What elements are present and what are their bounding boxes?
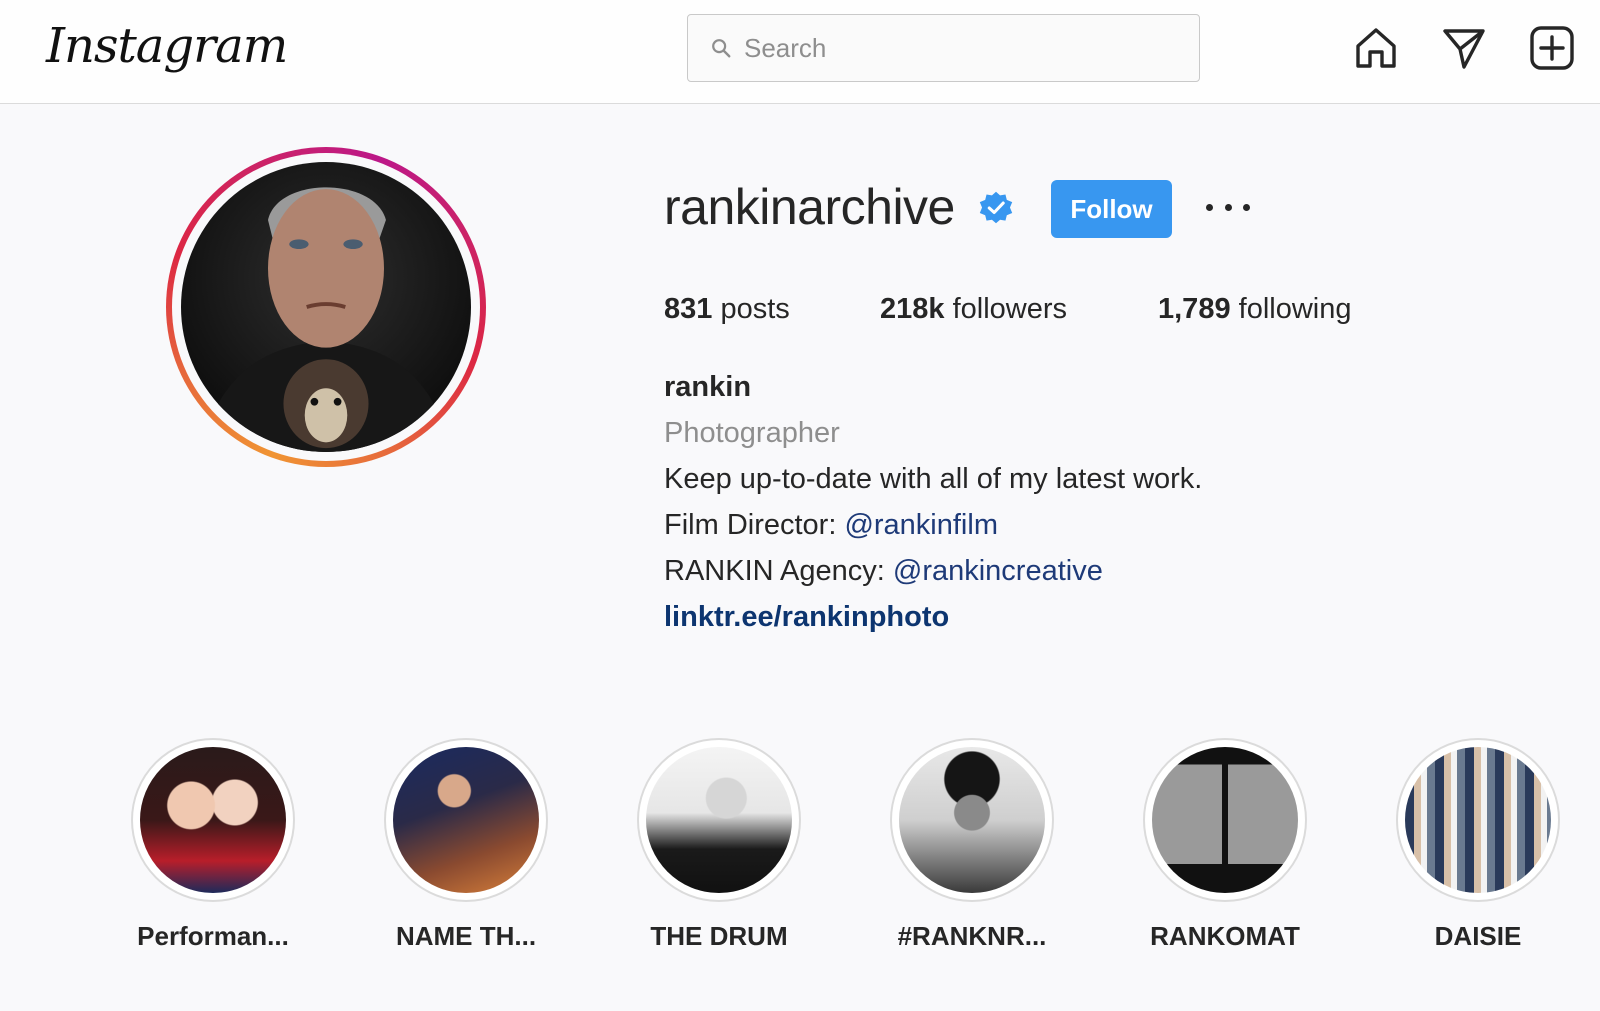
highlight-label: #RANKNR... bbox=[897, 921, 1047, 951]
story-highlight[interactable]: #RANKNR... bbox=[890, 738, 1054, 951]
profile-website-link[interactable]: linktr.ee/rankinphoto bbox=[664, 601, 949, 634]
posts-stat: 831 posts bbox=[664, 293, 790, 326]
home-icon[interactable] bbox=[1352, 24, 1400, 72]
search-box[interactable] bbox=[687, 14, 1200, 82]
film-director-line: Film Director: @rankinfilm bbox=[664, 509, 998, 542]
instagram-logo[interactable]: Instagram bbox=[46, 18, 288, 74]
highlight-cover bbox=[646, 747, 792, 893]
story-highlight[interactable]: RANKOMAT bbox=[1143, 738, 1307, 951]
profile-username: rankinarchive bbox=[664, 179, 955, 235]
highlight-cover bbox=[899, 747, 1045, 893]
highlight-label: RANKOMAT bbox=[1150, 921, 1300, 951]
story-highlight[interactable]: NAME TH... bbox=[384, 738, 548, 951]
highlight-cover bbox=[1405, 747, 1551, 893]
posts-count: 831 bbox=[664, 293, 713, 325]
story-highlight[interactable]: DAISIE bbox=[1396, 738, 1560, 951]
profile-bio: Keep up-to-date with all of my latest wo… bbox=[664, 463, 1203, 495]
story-highlight[interactable]: THE DRUM bbox=[637, 738, 801, 951]
highlight-label: THE DRUM bbox=[650, 921, 788, 951]
highlight-label: DAISIE bbox=[1434, 921, 1522, 951]
following-stat[interactable]: 1,789 following bbox=[1158, 293, 1351, 326]
story-highlight[interactable]: Performan... bbox=[131, 738, 295, 951]
new-post-icon[interactable] bbox=[1528, 24, 1576, 72]
agency-line: RANKIN Agency: @rankincreative bbox=[664, 555, 1103, 588]
highlight-cover bbox=[1152, 747, 1298, 893]
film-director-label: Film Director: bbox=[664, 509, 845, 541]
followers-stat[interactable]: 218k followers bbox=[880, 293, 1067, 326]
direct-message-icon[interactable] bbox=[1440, 24, 1488, 72]
highlight-label: Performan... bbox=[137, 921, 289, 951]
posts-label: posts bbox=[720, 293, 790, 325]
profile-display-name: rankin bbox=[664, 371, 752, 403]
following-label: following bbox=[1238, 293, 1352, 325]
profile-avatar[interactable] bbox=[166, 147, 486, 467]
following-count: 1,789 bbox=[1158, 293, 1231, 325]
highlight-cover bbox=[393, 747, 539, 893]
top-navigation-bar: Instagram bbox=[0, 0, 1600, 104]
followers-count: 218k bbox=[880, 293, 945, 325]
film-director-mention[interactable]: @rankinfilm bbox=[844, 509, 998, 541]
highlight-label: NAME TH... bbox=[395, 921, 537, 951]
followers-label: followers bbox=[952, 293, 1068, 325]
avatar-photo bbox=[181, 162, 471, 452]
profile-category: Photographer bbox=[664, 417, 840, 449]
highlight-cover bbox=[140, 747, 286, 893]
follow-button[interactable]: Follow bbox=[1051, 180, 1172, 238]
verified-badge-icon bbox=[979, 191, 1013, 224]
search-input[interactable] bbox=[744, 32, 1184, 64]
portrait-illustration bbox=[200, 187, 452, 452]
more-options-icon[interactable] bbox=[1206, 192, 1250, 222]
agency-mention[interactable]: @rankincreative bbox=[893, 555, 1103, 587]
search-icon bbox=[712, 39, 731, 58]
agency-label: RANKIN Agency: bbox=[664, 555, 893, 587]
